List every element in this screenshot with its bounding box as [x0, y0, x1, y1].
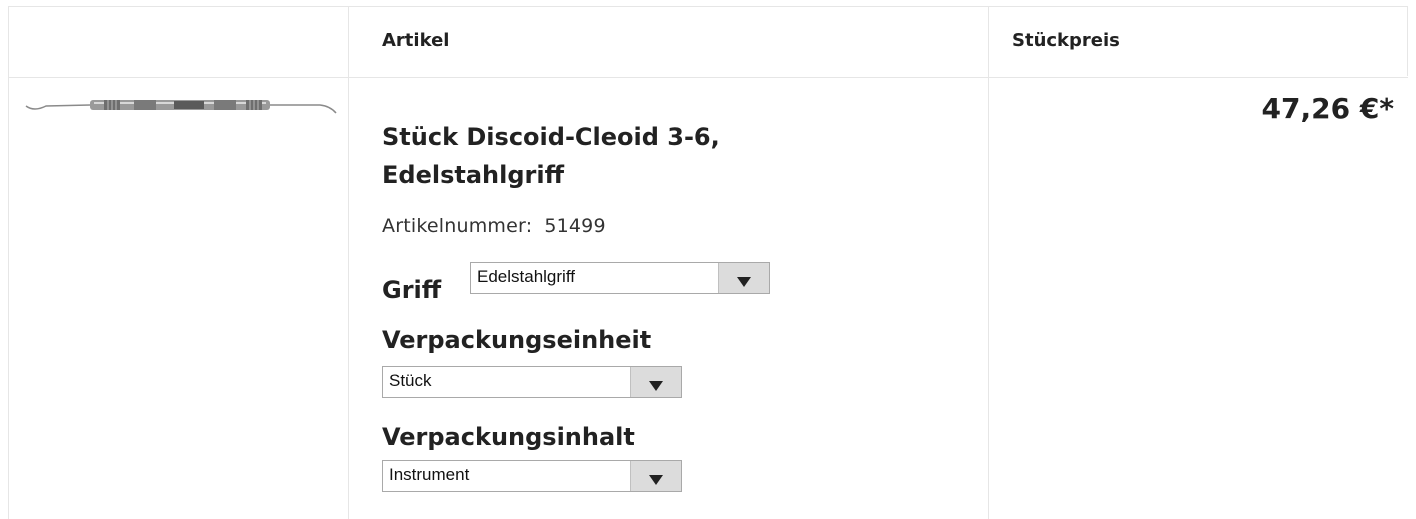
packaging-content-select[interactable]: Instrument [382, 460, 682, 492]
header-article: Artikel [382, 30, 450, 51]
column-divider [8, 6, 9, 519]
product-table: Artikel Stückpreis Stück Discoid-Cleoid … [0, 0, 1416, 519]
packaging-content-select-value: Instrument [389, 465, 470, 484]
grip-select-value: Edelstahlgriff [477, 267, 575, 286]
dental-instrument-image[interactable] [24, 86, 338, 126]
chevron-down-icon [649, 475, 663, 485]
header-unit-price: Stückpreis [1012, 30, 1120, 51]
packaging-content-select-dropdown-button[interactable] [630, 461, 681, 491]
packaging-unit-label: Verpackungseinheit [382, 326, 652, 354]
column-divider [348, 6, 349, 519]
article-number-label: Artikelnummer: [382, 215, 533, 237]
grip-label: Griff [382, 276, 442, 304]
grip-select-dropdown-button[interactable] [718, 263, 769, 293]
packaging-content-label: Verpackungsinhalt [382, 423, 635, 451]
packaging-unit-select-dropdown-button[interactable] [630, 367, 681, 397]
chevron-down-icon [649, 381, 663, 391]
chevron-down-icon [737, 277, 751, 287]
column-divider [988, 6, 989, 519]
article-number: Artikelnummer: 51499 [382, 215, 606, 237]
packaging-unit-select[interactable]: Stück [382, 366, 682, 398]
grip-select[interactable]: Edelstahlgriff [470, 262, 770, 294]
packaging-unit-select-value: Stück [389, 371, 432, 390]
unit-price: 47,26 €* [1261, 92, 1394, 125]
article-number-value: 51499 [544, 215, 606, 237]
column-divider [1407, 6, 1408, 76]
product-title[interactable]: Stück Discoid-Cleoid 3-6, Edelstahlgriff [382, 118, 862, 194]
table-header-row [8, 6, 1408, 78]
